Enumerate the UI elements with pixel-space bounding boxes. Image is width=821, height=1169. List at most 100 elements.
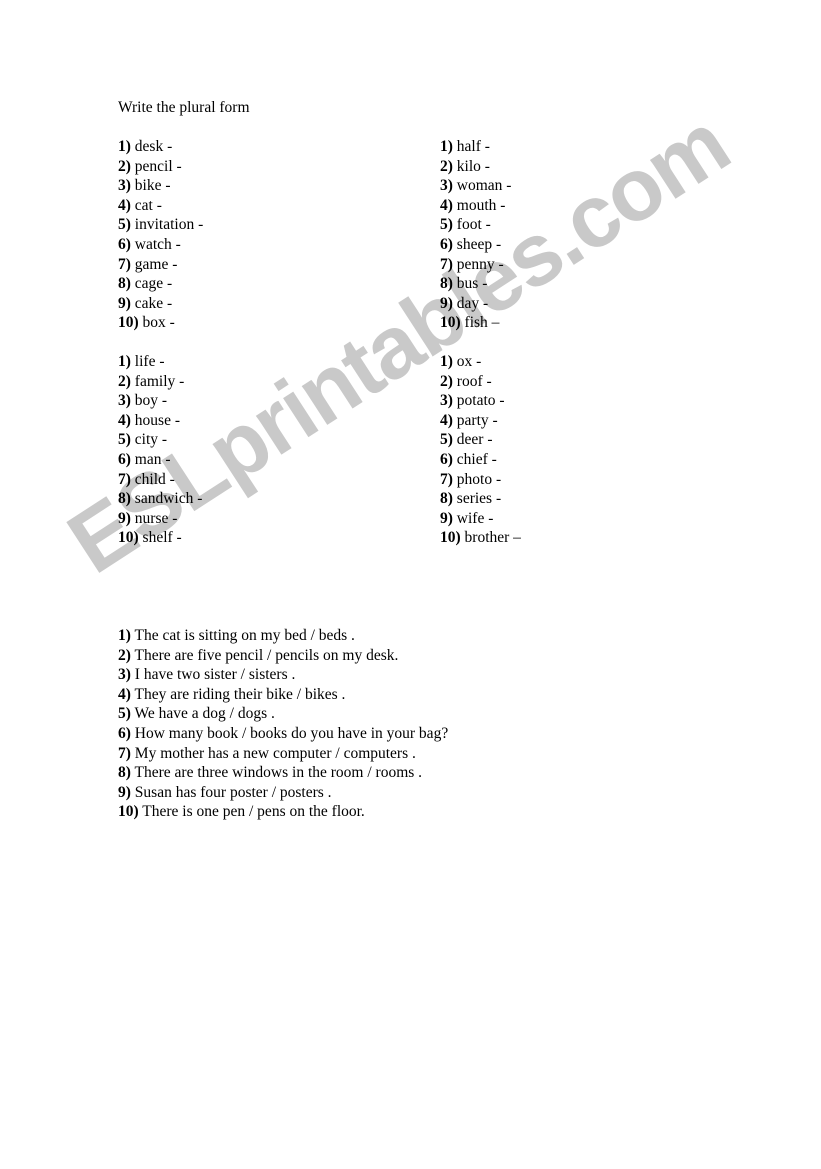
exercise-3-text: There are three windows in the room / ro… <box>130 764 423 782</box>
list-item: 10) shelf - <box>118 528 202 548</box>
exercise-3-number: 5) <box>118 705 131 723</box>
exercise-2-right-word: chief - <box>452 450 497 468</box>
list-item: 7) child - <box>118 470 202 490</box>
list-item: 8) cage - <box>118 274 203 294</box>
exercise-1-right-word: bus - <box>452 275 488 293</box>
list-item: 6) chief - <box>440 450 521 470</box>
exercise-1-left-number: 4) <box>118 196 131 214</box>
exercise-2-right-number: 5) <box>440 431 453 449</box>
exercise-1-left-column: 1) desk -2) pencil -3) bike -4) cat -5) … <box>118 137 203 333</box>
exercise-3-text: My mother has a new computer / computers… <box>130 744 416 762</box>
exercise-2-right-number: 8) <box>440 490 453 508</box>
exercise-2-right-number: 3) <box>440 392 453 410</box>
exercise-3-number: 8) <box>118 764 131 782</box>
exercise-1-right-column: 1) half -2) kilo -3) woman -4) mouth -5)… <box>440 137 511 333</box>
exercise-2-right-word: ox - <box>452 353 482 370</box>
sentence-item: 8) There are three windows in the room /… <box>118 763 448 783</box>
list-item: 10) box - <box>118 313 203 333</box>
exercise-2-left-number: 7) <box>118 470 131 488</box>
list-item: 2) kilo - <box>440 157 511 177</box>
exercise-1-right-number: 8) <box>440 275 453 293</box>
list-item: 8) bus - <box>440 274 511 294</box>
exercise-3-number: 10) <box>118 803 139 821</box>
list-item: 6) sheep - <box>440 235 511 255</box>
exercise-1-left-number: 10) <box>118 314 139 332</box>
exercise-1-right-word: half - <box>452 138 490 155</box>
exercise-2-right-word: series - <box>452 490 502 508</box>
exercise-1-left-word: cake - <box>130 294 173 312</box>
exercise-1-left-word: game - <box>130 255 178 273</box>
exercise-1-left-number: 9) <box>118 294 131 312</box>
exercise-1-left-number: 3) <box>118 177 131 195</box>
exercise-3-number: 9) <box>118 783 131 801</box>
exercise-2-right-number: 1) <box>440 353 453 370</box>
exercise-2-right-word: deer - <box>452 431 493 449</box>
exercise-1-left-word: invitation - <box>130 216 204 234</box>
list-item: 3) boy - <box>118 391 202 411</box>
exercise-3-text: There are five pencil / pencils on my de… <box>130 646 399 664</box>
list-item: 2) pencil - <box>118 157 203 177</box>
exercise-2-left-word: shelf - <box>138 529 182 547</box>
exercise-2-right-word: photo - <box>452 470 502 488</box>
list-item: 5) deer - <box>440 430 521 450</box>
exercise-2-left-word: boy - <box>130 392 168 410</box>
exercise-1-right-number: 6) <box>440 235 453 253</box>
exercise-2-left-word: family - <box>130 372 185 390</box>
worksheet-content: Write the plural form 1) desk - 2) pencil… <box>0 0 821 1169</box>
page-title: Write the plural form <box>118 99 250 116</box>
exercise-2-left-number: 1) <box>118 353 131 370</box>
sentence-item: 10) There is one pen / pens on the floor… <box>118 802 448 822</box>
exercise-2-right-column: 1) ox -2) roof -3) potato -4) party -5) … <box>440 352 521 548</box>
list-item: 8) sandwich - <box>118 489 202 509</box>
list-item: 5) invitation - <box>118 215 203 235</box>
list-item: 10) brother – <box>440 528 521 548</box>
exercise-1-left-number: 5) <box>118 216 131 234</box>
exercise-2-left-number: 6) <box>118 450 131 468</box>
sentence-item: 7) My mother has a new computer / comput… <box>118 744 448 764</box>
exercise-2-left-word: life - <box>130 353 165 370</box>
exercise-1-left-word: cage - <box>130 275 173 293</box>
list-item: 9) cake - <box>118 294 203 314</box>
list-item: 1) ox - <box>440 352 521 372</box>
exercise-3-number: 6) <box>118 724 131 742</box>
exercise-1-right-number: 2) <box>440 157 453 175</box>
exercise-3-text: I have two sister / sisters . <box>130 666 296 684</box>
exercise-2-left-column: 1) life -2) family -3) boy -4) house -5)… <box>118 352 202 548</box>
exercise-1-right-word: mouth - <box>452 196 506 214</box>
list-item: 4) mouth - <box>440 196 511 216</box>
exercise-3-text: They are riding their bike / bikes . <box>130 685 346 703</box>
exercise-2-right-word: party - <box>452 411 498 429</box>
exercise-2-right-word: wife - <box>452 509 494 527</box>
exercise-2-right-word: brother – <box>460 529 521 547</box>
exercise-2-left-word: child - <box>130 470 175 488</box>
list-item: 9) day - <box>440 294 511 314</box>
exercise-1-right-number: 7) <box>440 255 453 273</box>
list-item: 2) roof - <box>440 372 521 392</box>
exercise-2-left-word: house - <box>130 411 180 429</box>
list-item: 7) game - <box>118 255 203 275</box>
exercise-3-sentence-list: 1) The cat is sitting on my bed / beds .… <box>118 626 448 822</box>
exercise-2-left-word: man - <box>130 450 171 468</box>
exercise-1-right-word: penny - <box>452 255 504 273</box>
sentence-item: 5) We have a dog / dogs . <box>118 704 448 724</box>
exercise-2-left-number: 8) <box>118 490 131 508</box>
exercise-1-left-number: 7) <box>118 255 131 273</box>
list-item: 9) wife - <box>440 509 521 529</box>
exercise-1-left-number: 2) <box>118 157 131 175</box>
exercise-1-right-word: sheep - <box>452 235 502 253</box>
list-item: 5) foot - <box>440 215 511 235</box>
list-item: 4) house - <box>118 411 202 431</box>
list-item: 7) photo - <box>440 470 521 490</box>
exercise-2-right-number: 10) <box>440 529 461 547</box>
exercise-3-number: 7) <box>118 744 131 762</box>
exercise-1-left-word: desk - <box>130 138 173 155</box>
list-item: 5) city - <box>118 430 202 450</box>
exercise-2-left-word: sandwich - <box>130 490 203 508</box>
list-item: 6) man - <box>118 450 202 470</box>
exercise-3-number: 1) <box>118 627 131 644</box>
sentence-item: 9) Susan has four poster / posters . <box>118 783 448 803</box>
list-item: 10) fish – <box>440 313 511 333</box>
list-item: 8) series - <box>440 489 521 509</box>
list-item: 4) cat - <box>118 196 203 216</box>
exercise-2-left-word: nurse - <box>130 509 178 527</box>
